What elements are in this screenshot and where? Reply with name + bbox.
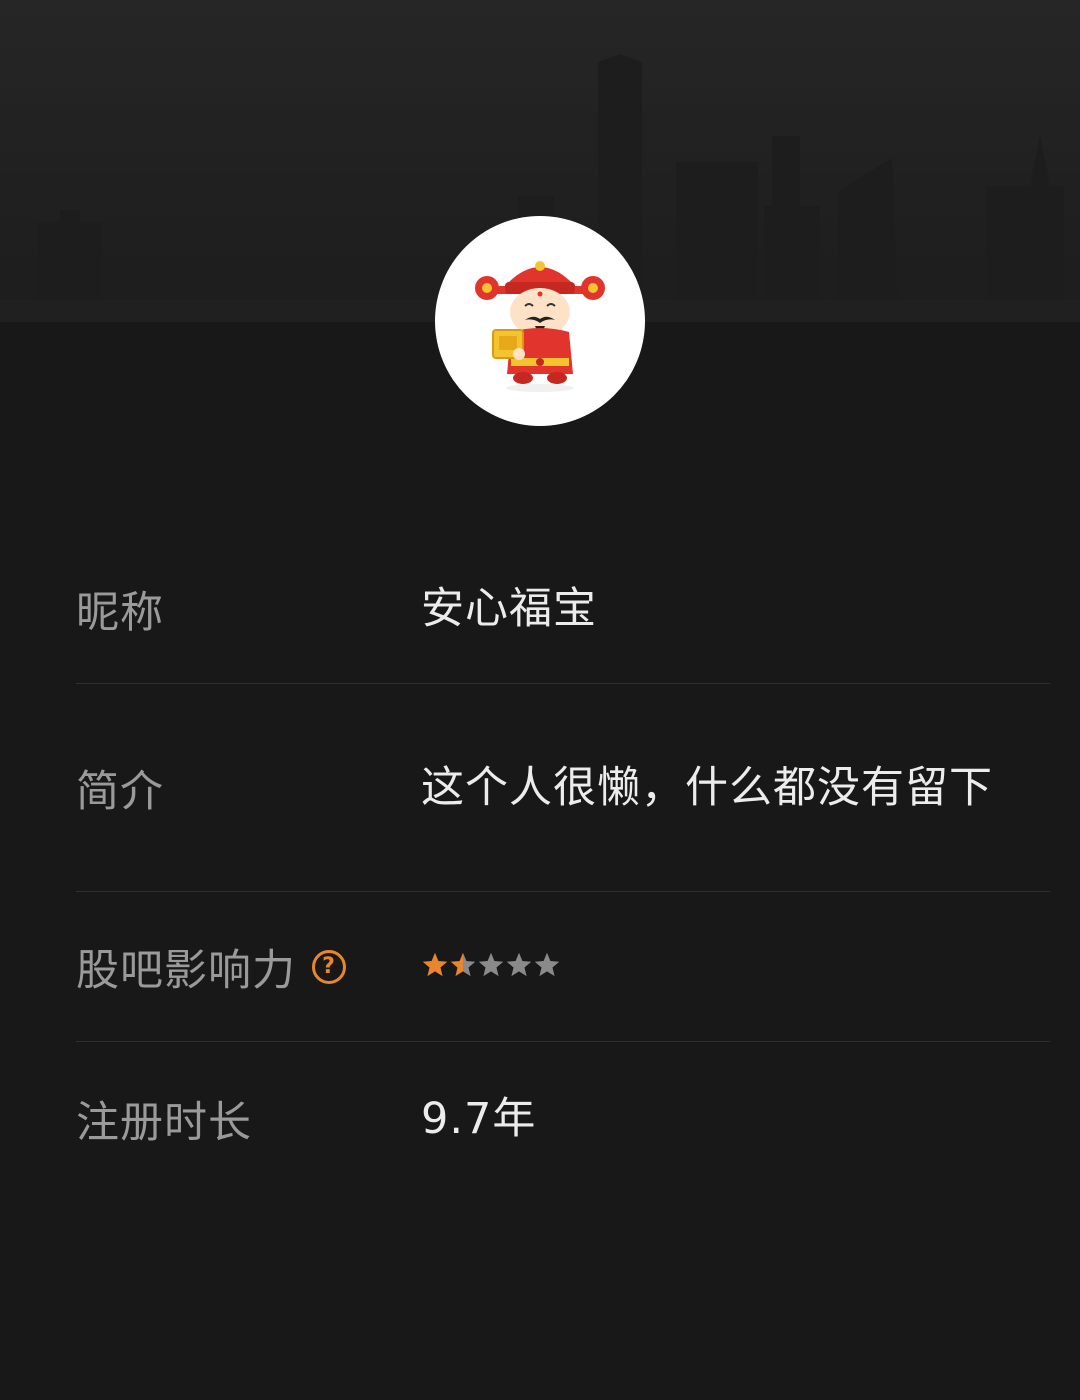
bio-value: 这个人很懒，什么都没有留下: [421, 762, 993, 813]
profile-info-list: 昵称 安心福宝 简介 这个人很懒，什么都没有留下 股吧影响力 ? 注册时长 9.…: [76, 535, 1050, 1196]
registration-value: 9.7年: [421, 1094, 537, 1144]
star-icon: [422, 952, 448, 976]
star-icon: [450, 952, 476, 976]
star-icon: [478, 952, 504, 976]
star-icon: [534, 952, 560, 976]
bio-label: 简介: [76, 766, 164, 817]
bio-row: 简介 这个人很懒，什么都没有留下: [76, 684, 1050, 892]
fortune-god-avatar-icon: [475, 261, 605, 392]
avatar[interactable]: [435, 216, 645, 426]
influence-label: 股吧影响力: [76, 945, 296, 996]
nickname-label: 昵称: [76, 588, 164, 638]
nickname-row: 昵称 安心福宝: [76, 535, 1050, 684]
influence-value: [421, 892, 1050, 1041]
registration-label: 注册时长: [76, 1098, 252, 1148]
star-icon: [506, 952, 532, 976]
nickname-value: 安心福宝: [421, 584, 597, 634]
influence-star-rating: [421, 951, 561, 979]
registration-row: 注册时长 9.7年: [76, 1042, 1050, 1196]
influence-label-group: 股吧影响力 ?: [76, 892, 421, 1041]
help-icon[interactable]: ?: [312, 949, 346, 984]
influence-row: 股吧影响力 ?: [76, 892, 1050, 1042]
